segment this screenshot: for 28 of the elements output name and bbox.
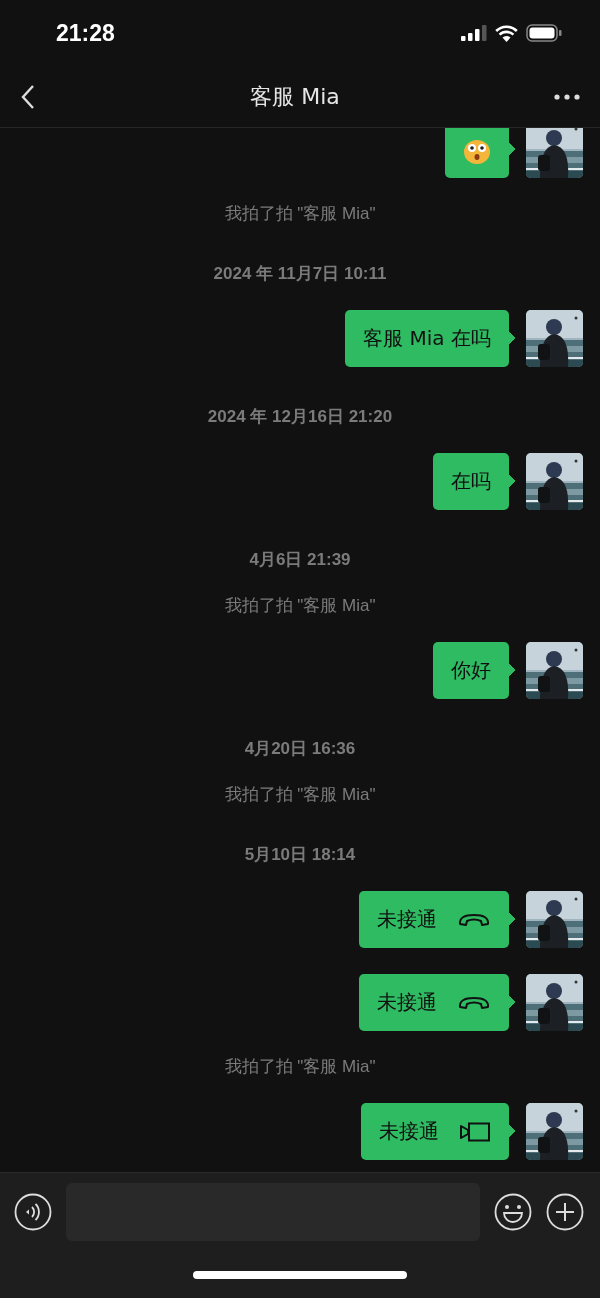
timestamp: 5月10日 18:14 bbox=[244, 845, 356, 864]
message-bubble: 你好 bbox=[433, 642, 516, 699]
status-time: 21:28 bbox=[56, 19, 115, 47]
voice-icon[interactable] bbox=[14, 1193, 52, 1231]
phone-hangup-icon bbox=[457, 911, 491, 928]
timestamp: 4月6日 21:39 bbox=[249, 550, 351, 569]
phone-hangup-icon bbox=[457, 994, 491, 1011]
signal-icon bbox=[461, 25, 487, 41]
video-camera-icon bbox=[459, 1121, 491, 1142]
pat-notice: 我拍了拍 "客服 Mia" bbox=[224, 1057, 376, 1076]
pat-notice: 我拍了拍 "客服 Mia" bbox=[224, 204, 376, 223]
chat-title: 客服 Mia bbox=[250, 82, 340, 111]
more-icon[interactable] bbox=[554, 93, 580, 100]
battery-icon bbox=[526, 24, 562, 42]
emoji-icon[interactable] bbox=[494, 1193, 532, 1231]
back-icon[interactable] bbox=[20, 83, 36, 110]
call-bubble: 未接通 bbox=[359, 891, 516, 948]
timestamp: 2024 年 11月7日 10:11 bbox=[213, 264, 387, 283]
call-bubble: 未接通 bbox=[359, 974, 516, 1031]
call-bubble: 未接通 bbox=[361, 1103, 516, 1160]
pat-notice: 我拍了拍 "客服 Mia" bbox=[224, 596, 376, 615]
timestamp: 2024 年 12月16日 21:20 bbox=[207, 407, 393, 426]
message-bubble: 在吗 bbox=[433, 453, 516, 510]
message-bubble: 客服 Mia 在吗 bbox=[345, 310, 516, 367]
wifi-icon bbox=[495, 24, 518, 42]
timestamp: 4月20日 16:36 bbox=[244, 739, 356, 758]
plus-icon[interactable] bbox=[546, 1193, 584, 1231]
pat-notice: 我拍了拍 "客服 Mia" bbox=[224, 785, 376, 804]
